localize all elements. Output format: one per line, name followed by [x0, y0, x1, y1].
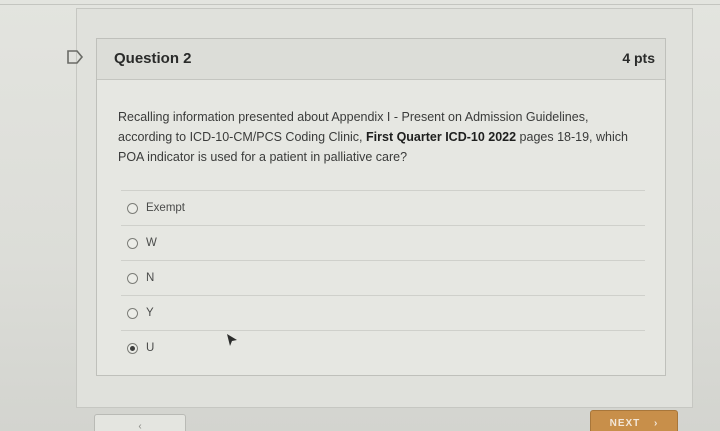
question-points: 4 pts — [622, 50, 655, 66]
answer-option-n[interactable]: N — [121, 260, 645, 295]
chevron-left-icon: ‹ — [138, 421, 142, 431]
next-button-label: NEXT — [609, 418, 641, 429]
question-text-bold: First Quarter ICD-10 2022 — [366, 130, 517, 144]
radio-button[interactable] — [127, 272, 138, 284]
quiz-page: Question 2 4 pts Recalling information p… — [0, 0, 720, 431]
answer-label: N — [146, 272, 155, 284]
flag-question-icon[interactable] — [66, 50, 84, 64]
answer-label: W — [146, 237, 157, 249]
chevron-right-icon: › — [654, 418, 659, 429]
radio-button-selected[interactable] — [127, 342, 138, 354]
answer-label: U — [146, 342, 155, 354]
answer-list: Exempt W N Y U — [121, 190, 645, 365]
answer-option-exempt[interactable]: Exempt — [121, 190, 645, 225]
answer-option-w[interactable]: W — [121, 225, 645, 260]
radio-button[interactable] — [127, 202, 138, 214]
question-header: Question 2 4 pts — [97, 39, 665, 80]
answer-option-u[interactable]: U — [121, 330, 645, 365]
answer-option-y[interactable]: Y — [121, 295, 645, 330]
next-button[interactable]: NEXT › — [590, 410, 678, 431]
previous-button[interactable]: ‹ — [94, 414, 186, 431]
question-card: Question 2 4 pts Recalling information p… — [96, 38, 666, 376]
mouse-pointer-icon — [227, 334, 237, 346]
answer-label: Y — [146, 307, 154, 319]
radio-button[interactable] — [127, 237, 138, 249]
top-divider — [0, 4, 720, 5]
question-title: Question 2 — [114, 50, 192, 67]
question-text: Recalling information presented about Ap… — [118, 107, 638, 167]
answer-label: Exempt — [146, 202, 185, 214]
radio-button[interactable] — [127, 307, 138, 319]
